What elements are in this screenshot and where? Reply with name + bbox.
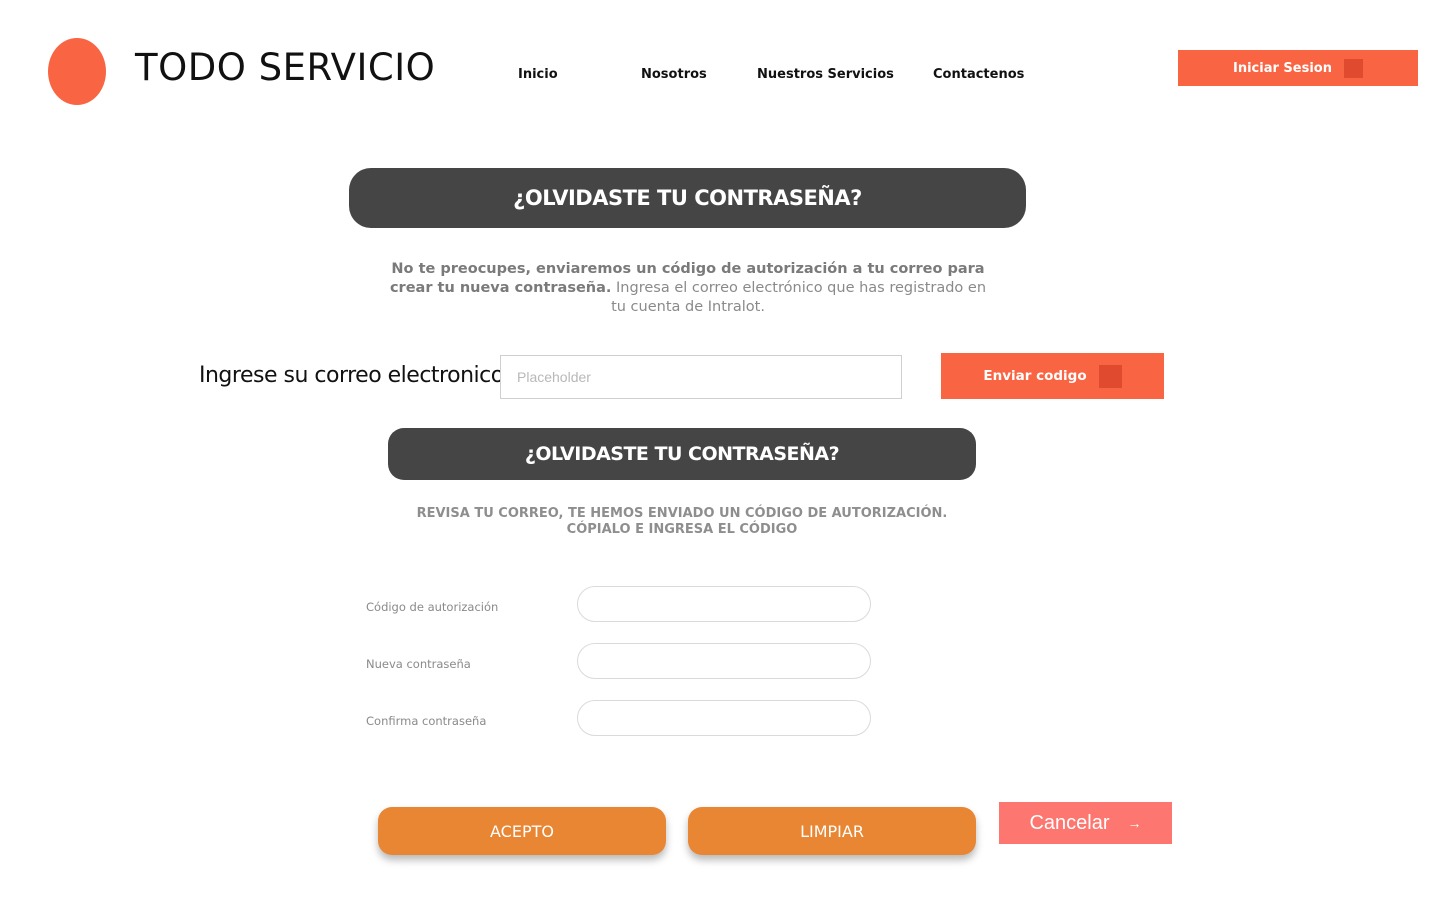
email-label: Ingrese su correo electronico xyxy=(199,363,504,388)
auth-code-input[interactable] xyxy=(577,586,871,622)
arrow-right-icon: → xyxy=(1127,815,1142,831)
brand-name: TODO SERVICIO xyxy=(135,46,436,89)
login-button-label: Iniciar Sesion xyxy=(1233,60,1332,76)
confirm-password-label: Confirma contraseña xyxy=(366,714,487,728)
new-password-label: Nueva contraseña xyxy=(366,657,471,671)
login-icon xyxy=(1343,58,1363,78)
email-input[interactable] xyxy=(500,355,902,399)
auth-code-label: Código de autorización xyxy=(366,600,499,614)
accept-button[interactable]: ACEPTO xyxy=(378,807,666,855)
forgot-password-banner: ¿OLVIDASTE TU CONTRASEÑA? xyxy=(349,168,1026,228)
nav-link-servicios[interactable]: Nuestros Servicios xyxy=(757,67,894,82)
login-button[interactable]: Iniciar Sesion xyxy=(1178,50,1418,86)
send-code-label: Enviar codigo xyxy=(983,368,1087,384)
new-password-input[interactable] xyxy=(577,643,871,679)
logo-icon xyxy=(48,38,106,105)
confirm-password-input[interactable] xyxy=(577,700,871,736)
send-code-button[interactable]: Enviar codigo xyxy=(941,353,1164,399)
reset-notice: REVISA TU CORREO, TE HEMOS ENVIADO UN CÓ… xyxy=(400,506,964,538)
cancel-label: Cancelar xyxy=(1029,811,1110,834)
notice-line-1: REVISA TU CORREO, TE HEMOS ENVIADO UN CÓ… xyxy=(416,506,948,521)
clear-button[interactable]: LIMPIAR xyxy=(688,807,976,855)
description-rest: Ingresa el correo electrónico que has re… xyxy=(611,280,987,315)
nav-link-inicio[interactable]: Inicio xyxy=(518,67,558,82)
nav-link-nosotros[interactable]: Nosotros xyxy=(641,67,707,82)
forgot-description: No te preocupes, enviaremos un código de… xyxy=(384,260,992,317)
send-icon xyxy=(1098,364,1122,388)
nav-link-contactenos[interactable]: Contactenos xyxy=(933,67,1024,82)
cancel-button[interactable]: Cancelar → xyxy=(999,802,1172,844)
notice-line-2: CÓPIALO E INGRESA EL CÓDIGO xyxy=(566,522,798,537)
reset-banner: ¿OLVIDASTE TU CONTRASEÑA? xyxy=(388,428,976,480)
